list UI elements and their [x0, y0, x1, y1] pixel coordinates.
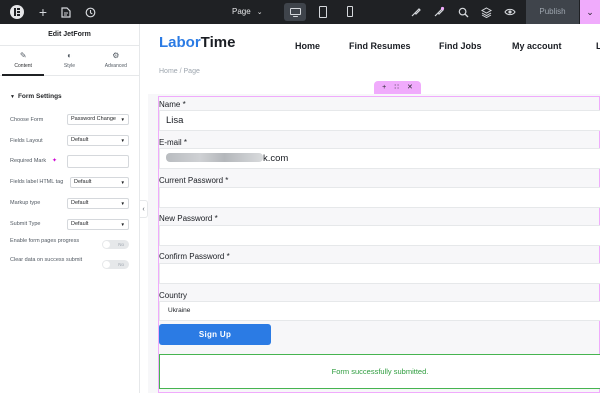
panel-collapse-chevron-icon[interactable]: ‹	[140, 200, 148, 218]
current-password-label: Current Password *	[159, 176, 229, 185]
nav-my-account[interactable]: My account	[512, 41, 562, 51]
page-selector[interactable]: Page ⌄	[232, 0, 263, 24]
site-logo[interactable]: LaborTime	[159, 34, 235, 51]
markup-type-select[interactable]: Default ▼	[67, 198, 129, 209]
pencil-icon: ✎	[19, 51, 27, 60]
panel-tabs: ✎ Content ◐ Style ⚙ Advanced	[0, 46, 139, 76]
tab-advanced[interactable]: ⚙ Advanced	[93, 46, 139, 75]
caret-down-icon: ▼	[10, 94, 15, 100]
site-logo-part2: Time	[200, 34, 236, 51]
clear-data-toggle[interactable]: No	[102, 260, 129, 269]
choose-form-select[interactable]: Password Change ▼	[67, 114, 129, 125]
history-icon[interactable]	[81, 3, 99, 21]
choose-form-value: Password Change	[71, 116, 116, 122]
fields-layout-select[interactable]: Default ▼	[67, 135, 129, 146]
nav-home[interactable]: Home	[295, 41, 320, 51]
select-caret-icon: ▼	[120, 117, 125, 122]
name-input[interactable]: Lisa	[159, 110, 600, 131]
drag-handle-icon[interactable]: ∷	[394, 81, 398, 94]
page-selector-label: Page	[232, 7, 251, 16]
fields-label-tag-select[interactable]: Default ▼	[70, 177, 129, 188]
sign-up-button[interactable]: Sign Up	[159, 324, 271, 345]
plus-icon[interactable]: +	[34, 3, 52, 21]
clear-data-label: Clear data on success submit	[10, 257, 83, 263]
fields-label-tag-label: Fields label HTML tag	[10, 179, 64, 185]
chevron-down-icon: ⌄	[256, 9, 263, 16]
elementor-logo-icon[interactable]	[10, 5, 24, 19]
redacted-email-blur	[166, 152, 263, 162]
select-caret-icon: ▼	[120, 222, 125, 227]
breadcrumb: Home / Page	[159, 68, 200, 75]
editor-topbar: + Page ⌄ Publish ⌄	[0, 0, 600, 24]
site-logo-part1: Labor	[159, 34, 201, 51]
markup-type-label: Markup type	[10, 200, 41, 206]
dynamic-tags-icon[interactable]: ✦	[52, 157, 57, 164]
select-caret-icon: ▼	[120, 201, 125, 206]
section-handle[interactable]: + ∷ ✕	[374, 81, 421, 94]
tab-advanced-label: Advanced	[104, 63, 127, 69]
preview-eye-icon[interactable]	[501, 3, 519, 21]
select-caret-icon: ▼	[120, 138, 125, 143]
email-input[interactable]: k.com	[159, 148, 600, 169]
paint-icon[interactable]	[406, 3, 424, 21]
new-password-input[interactable]	[159, 225, 600, 246]
tab-style-label: Style	[63, 63, 76, 69]
required-mark-input[interactable]	[67, 155, 129, 168]
fields-label-tag-value: Default	[74, 179, 92, 185]
tab-style[interactable]: ◐ Style	[46, 46, 92, 75]
search-icon[interactable]	[454, 3, 472, 21]
nav-find-resumes[interactable]: Find Resumes	[349, 41, 411, 51]
publish-options-chevron-icon[interactable]: ⌄	[580, 0, 600, 24]
fields-layout-value: Default	[71, 137, 89, 143]
close-section-icon[interactable]: ✕	[407, 81, 413, 94]
layers-icon[interactable]	[477, 3, 495, 21]
form-settings-section-toggle[interactable]: ▼ Form Settings	[10, 93, 62, 100]
submit-type-value: Default	[71, 221, 89, 227]
select-caret-icon: ▼	[120, 180, 125, 185]
nav-find-jobs[interactable]: Find Jobs	[439, 41, 482, 51]
publish-button[interactable]: Publish	[526, 0, 579, 24]
name-field-label: Name *	[159, 100, 186, 109]
device-desktop-icon[interactable]	[284, 3, 306, 21]
nav-partial-item[interactable]: L	[596, 41, 600, 51]
enable-progress-label: Enable form pages progress	[10, 238, 80, 244]
email-input-value: k.com	[263, 153, 289, 164]
email-field-label: E-mail *	[159, 138, 188, 147]
structure-icon[interactable]	[57, 3, 75, 21]
half-circle-icon: ◐	[67, 51, 72, 60]
device-tablet-icon[interactable]	[312, 3, 334, 21]
success-message: Form successfully submitted.	[159, 354, 600, 389]
required-mark-label: Required Mark	[10, 158, 47, 164]
preview-canvas: LaborTime Home Find Resumes Find Jobs My…	[148, 24, 600, 393]
enable-progress-toggle[interactable]: No	[102, 240, 129, 249]
editor-panel: Edit JetForm ✎ Content ◐ Style ⚙ Advance…	[0, 24, 140, 393]
tab-content-label: Content	[14, 63, 32, 69]
panel-title: Edit JetForm	[0, 24, 139, 46]
device-mobile-icon[interactable]	[339, 3, 361, 21]
markup-type-value: Default	[71, 200, 89, 206]
gear-icon: ⚙	[112, 51, 120, 60]
submit-type-select[interactable]: Default ▼	[67, 219, 129, 230]
tab-content[interactable]: ✎ Content	[0, 46, 46, 76]
notes-icon[interactable]	[430, 3, 448, 21]
new-password-label: New Password *	[159, 214, 218, 223]
submit-type-label: Submit Type	[10, 221, 41, 227]
current-password-input[interactable]	[159, 187, 600, 208]
country-field-label: Country	[159, 291, 188, 300]
section-title: Form Settings	[17, 93, 62, 100]
confirm-password-input[interactable]	[159, 263, 600, 284]
choose-form-label: Choose Form	[10, 117, 44, 123]
confirm-password-label: Confirm Password *	[159, 252, 230, 261]
country-select[interactable]: Ukraine	[159, 301, 600, 321]
fields-layout-label: Fields Layout	[10, 138, 43, 144]
add-section-plus-icon[interactable]: +	[382, 81, 386, 94]
